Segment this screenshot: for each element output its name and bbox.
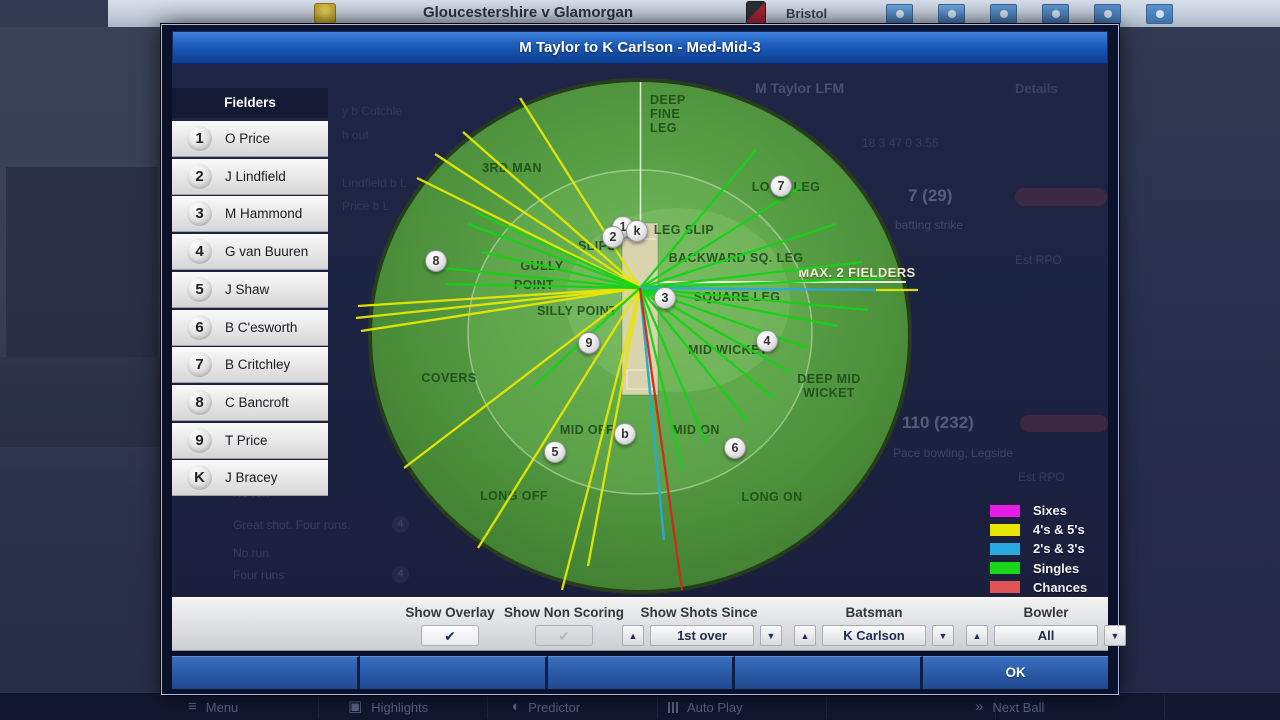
fielder-marker-9[interactable]: 9	[578, 332, 600, 354]
dialog-button-2[interactable]	[360, 656, 548, 689]
legend-label: Chances	[1033, 580, 1087, 595]
legend-swatch-icon	[990, 581, 1020, 593]
fielder-row-3[interactable]: 3 M Hammond	[172, 196, 328, 232]
fielder-number-badge: 3	[187, 201, 212, 226]
fielder-row-6[interactable]: 6 B C'esworth	[172, 310, 328, 346]
fielder-marker-7[interactable]: 7	[770, 175, 792, 197]
fielder-number-badge: 2	[187, 164, 212, 189]
legend-item: 4's & 5's	[985, 520, 1085, 539]
legend-item: Chances	[985, 578, 1087, 597]
legend-swatch-icon	[990, 562, 1020, 574]
batsman-value[interactable]: K Carlson	[822, 625, 926, 646]
batsman-up-arrow[interactable]: ▲	[794, 625, 816, 646]
fielder-name: B Critchley	[225, 357, 290, 372]
fielders-list: 1 O Price 2 J Lindfield 3 M Hammond 4 G van Buu…	[172, 88, 328, 498]
fielder-number-badge: 1	[187, 126, 212, 151]
fielder-row-9[interactable]: 9 T Price	[172, 423, 328, 459]
fielder-marker-2[interactable]: 2	[602, 226, 624, 248]
fielder-number-badge: 5	[187, 277, 212, 302]
legend-swatch-icon	[990, 524, 1020, 536]
fielder-name: M Hammond	[225, 206, 302, 221]
legend-item: 2's & 3's	[985, 539, 1085, 558]
shots-since-up-arrow[interactable]: ▲	[622, 625, 644, 646]
fielder-name: J Bracey	[225, 470, 278, 485]
batsman-label: Batsman	[789, 605, 959, 620]
fielder-number-badge: 7	[187, 352, 212, 377]
fielder-row-8[interactable]: 8 C Bancroft	[172, 385, 328, 421]
show-shots-since-label: Show Shots Since	[614, 605, 784, 620]
fielder-number-badge: K	[187, 465, 212, 490]
fielder-marker-5[interactable]: 5	[544, 441, 566, 463]
legend-swatch-icon	[990, 505, 1020, 517]
legend-label: 2's & 3's	[1033, 541, 1085, 556]
shot-legend: Sixes 4's & 5's 2's & 3's Singles Chances	[985, 501, 1115, 597]
fielder-row-K[interactable]: K J Bracey	[172, 460, 328, 496]
legend-item: Sixes	[985, 501, 1067, 520]
fielder-marker-3[interactable]: 3	[654, 287, 676, 309]
ok-button[interactable]: OK	[923, 656, 1108, 689]
shots-since-down-arrow[interactable]: ▼	[760, 625, 782, 646]
legend-label: 4's & 5's	[1033, 522, 1085, 537]
fielder-name: C Bancroft	[225, 395, 289, 410]
dialog-button-1[interactable]	[172, 656, 360, 689]
fielder-row-7[interactable]: 7 B Critchley	[172, 347, 328, 383]
fielder-row-1[interactable]: 1 O Price	[172, 121, 328, 157]
legend-label: Singles	[1033, 561, 1079, 576]
fielder-number-badge: 9	[187, 428, 212, 453]
fielder-number-badge: 4	[187, 239, 212, 264]
bowler-label: Bowler	[961, 605, 1131, 620]
fielder-marker-4[interactable]: 4	[756, 330, 778, 352]
ok-button-label: OK	[923, 657, 1108, 688]
fielder-row-4[interactable]: 4 G van Buuren	[172, 234, 328, 270]
fielder-name: J Shaw	[225, 282, 269, 297]
fielder-name: G van Buuren	[225, 244, 308, 259]
bowler-value[interactable]: All	[994, 625, 1098, 646]
fielder-name: B C'esworth	[225, 320, 297, 335]
fielder-name: O Price	[225, 131, 270, 146]
overlay-controls-bar: Show Overlay ✔ Show Non Scoring ✔ Show S…	[172, 597, 1108, 651]
dialog-button-3[interactable]	[548, 656, 736, 689]
fielder-marker-b[interactable]: b	[614, 423, 636, 445]
dialog-button-row: OK	[172, 656, 1108, 689]
fielder-number-badge: 8	[187, 390, 212, 415]
dialog-button-4[interactable]	[735, 656, 923, 689]
fielder-marker-k[interactable]: k	[626, 220, 648, 242]
fielder-row-5[interactable]: 5 J Shaw	[172, 272, 328, 308]
screen: Gloucestershire v Glamorgan Bristol ≡ Me…	[0, 0, 1280, 720]
bowler-down-arrow[interactable]: ▼	[1104, 625, 1126, 646]
legend-item: Singles	[985, 559, 1079, 578]
show-non-scoring-checkbox[interactable]: ✔	[535, 625, 593, 646]
fielder-row-2[interactable]: 2 J Lindfield	[172, 159, 328, 195]
fielder-name: J Lindfield	[225, 169, 286, 184]
legend-label: Sixes	[1033, 503, 1067, 518]
shots-since-value[interactable]: 1st over	[650, 625, 754, 646]
fielder-marker-6[interactable]: 6	[724, 437, 746, 459]
batsman-down-arrow[interactable]: ▼	[932, 625, 954, 646]
fielder-name: T Price	[225, 433, 268, 448]
fielder-number-badge: 6	[187, 315, 212, 340]
show-overlay-checkbox[interactable]: ✔	[421, 625, 479, 646]
fielder-marker-8[interactable]: 8	[425, 250, 447, 272]
bowler-up-arrow[interactable]: ▲	[966, 625, 988, 646]
legend-swatch-icon	[990, 543, 1020, 555]
